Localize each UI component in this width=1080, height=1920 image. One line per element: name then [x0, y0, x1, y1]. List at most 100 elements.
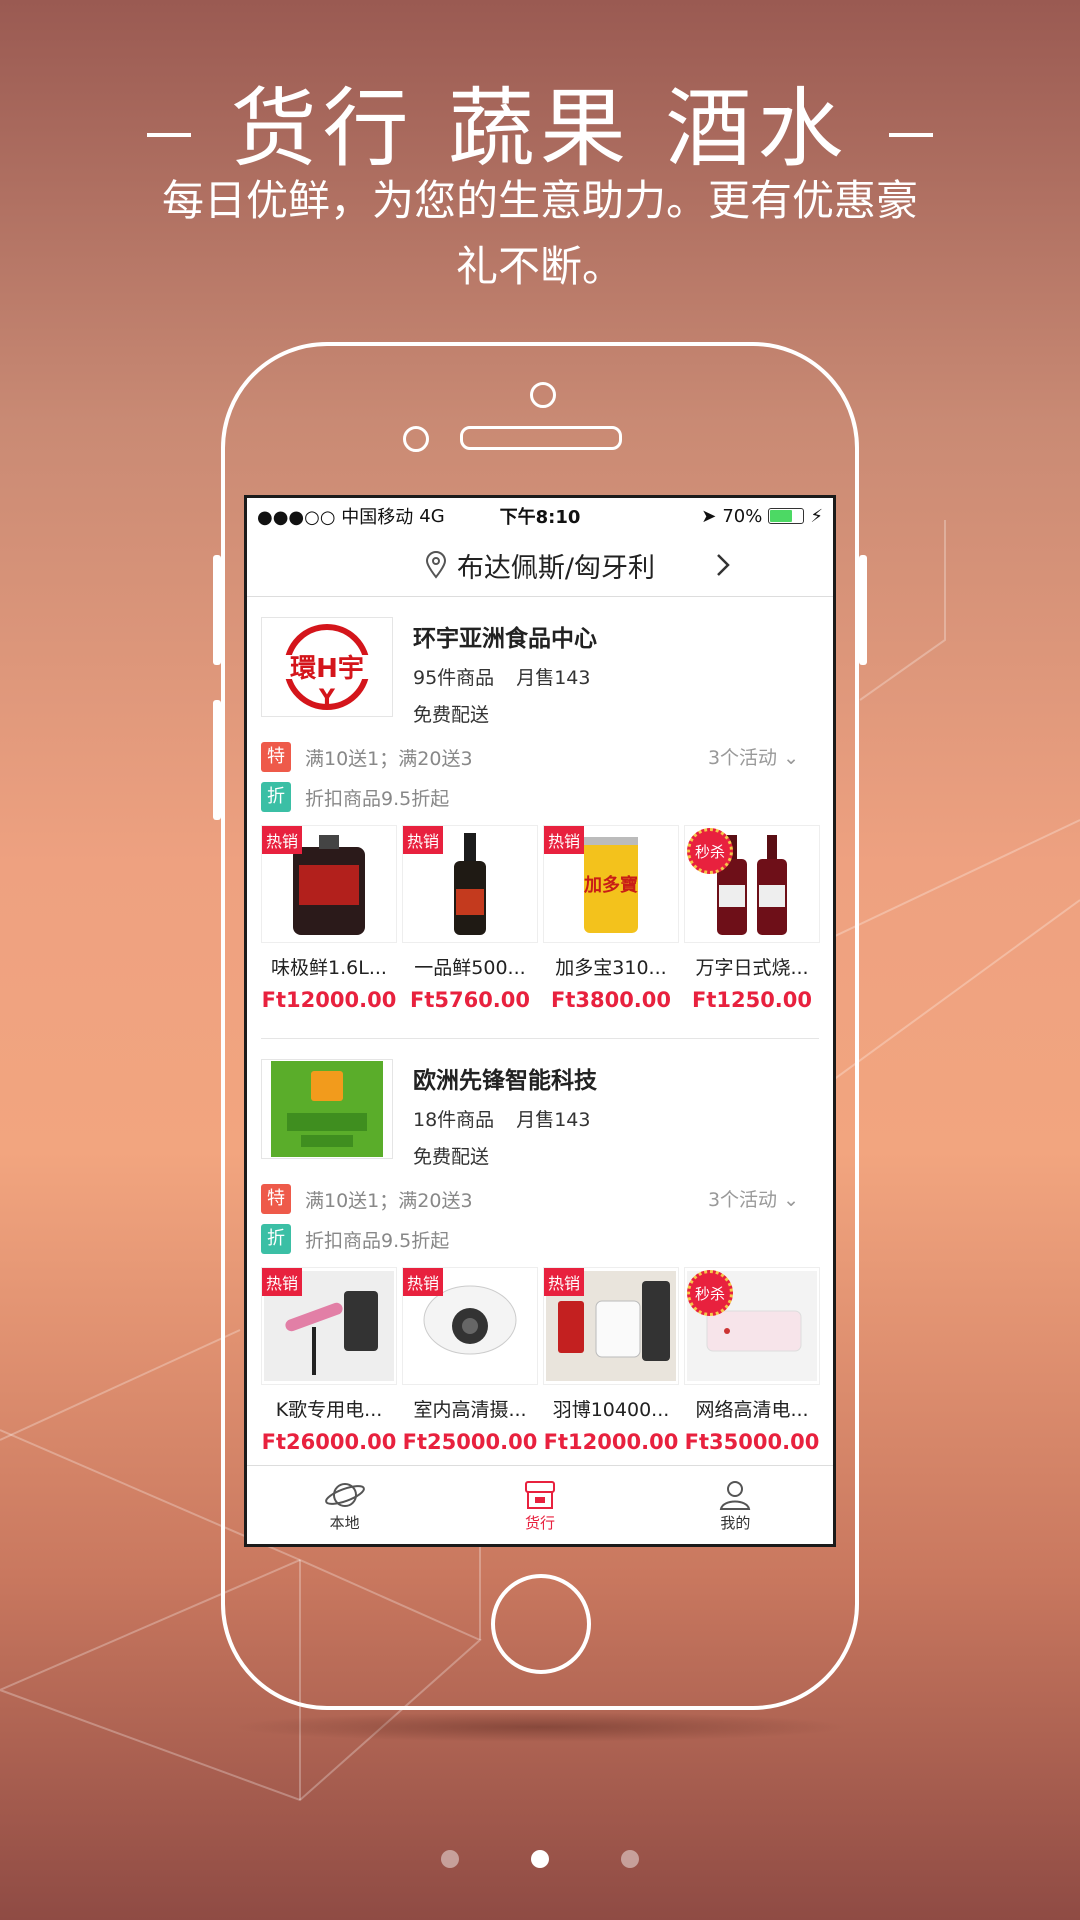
- product-price: Ft5760.00: [409, 988, 531, 1012]
- product-name: 加多宝310...: [555, 957, 667, 979]
- charging-icon: ⚡: [810, 505, 823, 527]
- product-item[interactable]: 热销 K歌专用电... Ft26000.00: [261, 1267, 397, 1454]
- page-indicator[interactable]: [0, 1850, 1080, 1868]
- shop-name: 欧洲先锋智能科技: [413, 1068, 597, 1094]
- hot-badge: 热销: [544, 826, 585, 854]
- shop-logo: 環H宇 Y: [261, 617, 393, 717]
- product-list: 热销 K歌专用电... Ft26000.00 热销 室内高清摄... Ft250…: [261, 1267, 820, 1454]
- battery-icon: [768, 508, 805, 524]
- discount-tag: 折: [261, 782, 291, 812]
- product-image: 热销: [402, 825, 538, 943]
- home-button[interactable]: [491, 1574, 591, 1674]
- activities-toggle[interactable]: 3个活动 ⌄: [708, 743, 799, 770]
- location-selector[interactable]: 布达佩斯/匈牙利: [247, 534, 833, 597]
- shop-card[interactable]: 環H宇 Y 环宇亚洲食品中心 95件商品 月售143 免费配送 特 满10送1；满…: [247, 597, 833, 1039]
- product-item[interactable]: 热销 室内高清摄... Ft25000.00: [402, 1267, 538, 1454]
- special-tag: 特: [261, 1184, 291, 1214]
- product-image: 热销: [543, 1267, 679, 1385]
- product-name: K歌专用电...: [275, 1399, 383, 1421]
- product-image: 热销: [261, 1267, 397, 1385]
- tab-label: 本地: [329, 1513, 360, 1532]
- product-image: 热销: [402, 1267, 538, 1385]
- product-image: 秒杀: [684, 825, 820, 943]
- product-price: Ft25000.00: [402, 1430, 538, 1454]
- bottle-icon: [454, 833, 486, 935]
- product-image: 秒杀: [684, 1267, 820, 1385]
- page-dot[interactable]: [621, 1850, 639, 1868]
- subline: 每日优鲜，为您的生意助力。更有优惠豪礼不断。: [161, 176, 918, 291]
- product-name: 万字日式烧...: [695, 957, 809, 979]
- app-screen: ●●●○○ 中国移动 4G 下午8:10 ➤ 70% ⚡ 布达佩斯/匈牙利 環H…: [244, 495, 836, 1547]
- product-image: 热销: [261, 825, 397, 943]
- can-icon: 加多寶: [583, 837, 638, 933]
- volume-button: [213, 555, 221, 665]
- hot-badge: 热销: [544, 1268, 585, 1296]
- hot-badge: 热销: [403, 826, 444, 854]
- planet-icon: [324, 1482, 365, 1507]
- sensor: [403, 426, 429, 452]
- status-bar: ●●●○○ 中国移动 4G 下午8:10 ➤ 70% ⚡: [247, 498, 833, 534]
- discount-tag: 折: [261, 1224, 291, 1254]
- promo-row: 特 满10送1；满20送3 3个活动 ⌄: [261, 737, 819, 777]
- tab-local[interactable]: 本地: [247, 1466, 442, 1544]
- product-list: 热销 味极鲜1.6L... Ft12000.00 热销 一品鲜500... Ft…: [261, 825, 820, 1012]
- product-price: Ft12000.00: [261, 988, 397, 1012]
- chevron-down-icon: ⌄: [783, 1189, 799, 1211]
- promo-text: 折扣商品9.5折起: [305, 1229, 450, 1252]
- svg-text:加多寶: 加多寶: [583, 874, 638, 896]
- special-tag: 特: [261, 742, 291, 772]
- battery-percent: 70%: [722, 505, 763, 527]
- shop-card[interactable]: 欧洲先锋智能科技 18件商品 月售143 免费配送 特 满10送1；满20送3 3…: [247, 1039, 833, 1454]
- tab-bar: 本地 货行 我的: [247, 1465, 833, 1544]
- product-name: 味极鲜1.6L...: [271, 957, 387, 979]
- shop-icon: [524, 1480, 555, 1509]
- hot-badge: 热销: [262, 1268, 303, 1296]
- tab-goods[interactable]: 货行: [442, 1466, 637, 1544]
- product-item[interactable]: 热销 一品鲜500... Ft5760.00: [402, 825, 538, 1012]
- headline-dash-right: [889, 132, 934, 137]
- activities-toggle[interactable]: 3个活动 ⌄: [708, 1185, 799, 1212]
- shipping-info: 免费配送: [413, 1146, 490, 1168]
- product-name: 室内高清摄...: [413, 1399, 527, 1421]
- svg-text:Y: Y: [318, 686, 336, 711]
- product-name: 一品鲜500...: [414, 957, 526, 979]
- shipping-info: 免费配送: [413, 704, 490, 726]
- headline: 货行 蔬果 酒水: [0, 58, 1080, 183]
- product-count: 18件商品: [413, 1109, 495, 1131]
- shop-name: 环宇亚洲食品中心: [413, 626, 597, 652]
- tab-label: 我的: [720, 1513, 751, 1532]
- page-dot[interactable]: [441, 1850, 459, 1868]
- product-price: Ft35000.00: [684, 1430, 820, 1454]
- location-label: 布达佩斯/匈牙利: [456, 552, 656, 584]
- product-price: Ft26000.00: [261, 1430, 397, 1454]
- product-count: 95件商品: [413, 667, 495, 689]
- product-item[interactable]: 秒杀 万字日式烧... Ft1250.00: [684, 825, 820, 1012]
- product-image: 加多寶 热销: [543, 825, 679, 943]
- hy-logo-icon: 環H宇 Y: [282, 624, 372, 711]
- product-item[interactable]: 热销 羽博10400... Ft12000.00: [543, 1267, 679, 1454]
- product-item[interactable]: 秒杀 网络高清电... Ft35000.00: [684, 1267, 820, 1454]
- pioneer-logo-icon: [271, 1061, 383, 1157]
- earpiece-speaker: [460, 426, 622, 450]
- chevron-right-icon: [717, 554, 730, 576]
- tab-label: 货行: [524, 1513, 555, 1532]
- product-name: 羽博10400...: [552, 1399, 670, 1421]
- headline-text: 货行 蔬果 酒水: [230, 79, 850, 179]
- chevron-down-icon: ⌄: [783, 747, 799, 769]
- headline-dash-left: [146, 132, 191, 137]
- product-price: Ft1250.00: [691, 988, 813, 1012]
- shop-logo: [261, 1059, 393, 1159]
- product-item[interactable]: 热销 味极鲜1.6L... Ft12000.00: [261, 825, 397, 1012]
- phone-shadow: [230, 1712, 850, 1742]
- promo-row: 折 折扣商品9.5折起: [261, 1219, 819, 1259]
- hot-badge: 热销: [262, 826, 303, 854]
- flash-sale-badge: 秒杀: [687, 1270, 733, 1316]
- product-price: Ft3800.00: [550, 988, 672, 1012]
- product-item[interactable]: 加多寶 热销 加多宝310... Ft3800.00: [543, 825, 679, 1012]
- page-dot-active[interactable]: [531, 1850, 549, 1868]
- tab-mine[interactable]: 我的: [638, 1466, 833, 1544]
- location-pin-icon: [425, 551, 446, 579]
- promo-text: 满10送1；满20送3: [305, 747, 473, 770]
- product-price: Ft12000.00: [543, 1430, 679, 1454]
- monthly-sales: 月售143: [516, 1109, 591, 1131]
